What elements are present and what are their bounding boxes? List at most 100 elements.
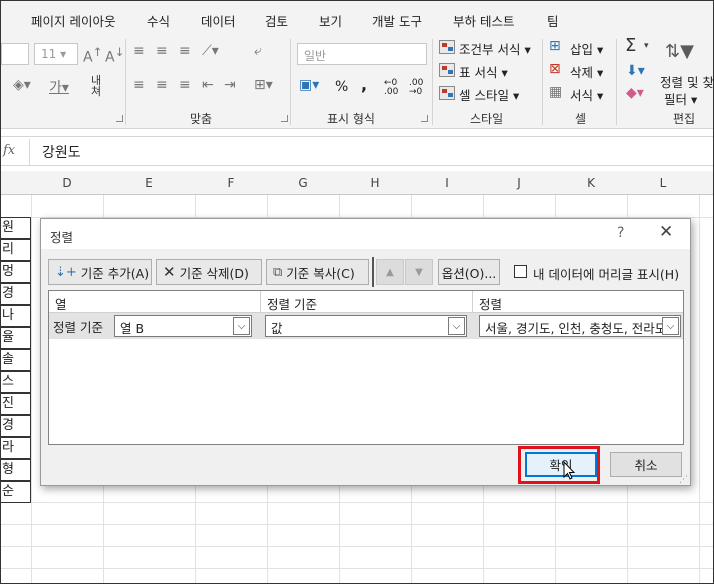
insert-button[interactable]: 삽입 ▾: [570, 39, 603, 58]
align-middle-icon[interactable]: ≡: [156, 43, 168, 59]
column-header-h[interactable]: H: [339, 176, 411, 190]
ribbon-separator: [125, 39, 126, 125]
shrink-font-icon[interactable]: A↓: [105, 45, 124, 66]
add-level-button[interactable]: ⇣+ 기준 추가(A): [48, 259, 152, 285]
alignment-launcher-icon[interactable]: [281, 115, 288, 122]
dialog-titlebar[interactable]: 정렬 ? ✕: [41, 219, 690, 249]
delete-button[interactable]: 삭제 ▾: [570, 62, 603, 81]
resize-grip-icon[interactable]: ⋰: [679, 475, 688, 485]
align-center-icon[interactable]: ≡: [156, 77, 168, 93]
sheet-cell[interactable]: 율: [1, 327, 31, 349]
header-checkbox-label[interactable]: 내 데이터에 머리글 표시(H): [533, 264, 679, 283]
sheet-cell[interactable]: 솔: [1, 349, 31, 371]
tab-load-test[interactable]: 부하 테스트: [453, 11, 514, 30]
wrap-text-icon[interactable]: ⤶: [254, 43, 262, 59]
dialog-title: 정렬: [50, 230, 74, 245]
grow-font-icon[interactable]: A↑: [83, 45, 102, 66]
sheet-cell[interactable]: 스: [1, 371, 31, 393]
cell-styles-button[interactable]: 셀 스타일 ▾: [459, 85, 519, 104]
align-bottom-icon[interactable]: ≡: [179, 43, 191, 59]
formula-input[interactable]: 강원도: [42, 142, 81, 162]
clear-icon[interactable]: ◆▾: [626, 85, 644, 101]
sort-on-select[interactable]: 값: [265, 315, 467, 337]
options-button[interactable]: 옵션(O)...: [438, 259, 500, 285]
align-left-icon[interactable]: ≡: [133, 77, 145, 93]
column-header-d[interactable]: D: [31, 176, 103, 190]
sheet-cell[interactable]: 경: [1, 415, 31, 437]
sheet-cell[interactable]: 라: [1, 437, 31, 459]
chevron-down-icon[interactable]: ⌵: [662, 317, 679, 335]
order-select[interactable]: 서울, 경기도, 인천, 충청도, 전라도: [479, 315, 681, 337]
sheet-cell[interactable]: 나: [1, 305, 31, 327]
chevron-down-icon[interactable]: ⌵: [233, 317, 250, 335]
number-format-combo[interactable]: 일반: [297, 43, 427, 65]
column-header-e[interactable]: E: [103, 176, 195, 190]
sort-dialog: 정렬 ? ✕ ⇣+ 기준 추가(A) ✕ 기준 삭제(D) ⧉ 기준 복사(C)…: [40, 218, 691, 486]
sheet-cell[interactable]: 원: [1, 217, 31, 239]
grid-header-sort-on: 정렬 기준: [261, 291, 473, 313]
move-up-button[interactable]: ▲: [376, 259, 404, 285]
copy-level-button[interactable]: ⧉ 기준 복사(C): [266, 259, 369, 285]
align-right-icon[interactable]: ≡: [179, 77, 191, 93]
format-button[interactable]: 서식 ▾: [570, 85, 603, 104]
fx-icon[interactable]: fx: [3, 143, 15, 158]
column-header-l[interactable]: L: [627, 176, 699, 190]
column-header-k[interactable]: K: [555, 176, 627, 190]
help-icon[interactable]: ?: [617, 225, 624, 241]
wrap-icon[interactable]: 내 쳐: [91, 75, 101, 97]
font-color-icon[interactable]: 가▾: [49, 77, 69, 97]
number-launcher-icon[interactable]: [421, 115, 428, 122]
column-header-j[interactable]: J: [483, 176, 555, 190]
tab-review[interactable]: 검토: [265, 11, 288, 30]
ribbon-separator: [290, 39, 291, 125]
column-header-i[interactable]: I: [411, 176, 483, 190]
font-name-combo[interactable]: [1, 43, 29, 65]
column-header-g[interactable]: G: [267, 176, 339, 190]
sheet-cell[interactable]: 진: [1, 393, 31, 415]
column-header-f[interactable]: F: [195, 176, 267, 190]
sheet-cell[interactable]: 경: [1, 283, 31, 305]
align-top-icon[interactable]: ≡: [133, 43, 145, 59]
tab-developer[interactable]: 개발 도구: [372, 11, 422, 30]
column-select[interactable]: 열 B: [114, 315, 252, 337]
chevron-down-icon[interactable]: ⌵: [448, 317, 465, 335]
font-size-combo[interactable]: 11 ▾: [34, 43, 78, 65]
autosum-dropdown-icon[interactable]: ▾: [644, 41, 649, 51]
orientation-icon[interactable]: ⟋▾: [202, 43, 219, 59]
format-as-table-button[interactable]: 표 서식 ▾: [459, 62, 508, 81]
sheet-cell[interactable]: 형: [1, 459, 31, 481]
sheet-cell[interactable]: 순: [1, 481, 31, 503]
tab-page-layout[interactable]: 페이지 레이아웃: [31, 11, 115, 30]
sheet-cell[interactable]: 멍: [1, 261, 31, 283]
accounting-format-icon[interactable]: ▣▾: [299, 77, 319, 93]
font-launcher-icon[interactable]: [116, 115, 123, 122]
delete-level-button[interactable]: ✕ 기준 삭제(D): [156, 259, 262, 285]
merge-center-icon[interactable]: ⊞▾: [254, 77, 273, 93]
decrease-indent-icon[interactable]: ⇤: [202, 77, 214, 93]
percent-style-button[interactable]: %: [335, 79, 348, 95]
fill-icon[interactable]: ⬇▾: [626, 63, 645, 79]
tab-view[interactable]: 보기: [319, 11, 342, 30]
formula-bar: fx 강원도: [1, 136, 713, 166]
comma-style-button[interactable]: ,: [361, 75, 367, 94]
sort-filter-icon[interactable]: ⇅▼: [665, 41, 694, 62]
decrease-decimal-button[interactable]: .00 →0: [409, 79, 429, 97]
filter-label[interactable]: 필터 ▾: [664, 89, 697, 108]
tab-formulas[interactable]: 수식: [147, 11, 170, 30]
tab-team[interactable]: 팀: [547, 11, 559, 30]
tab-data[interactable]: 데이터: [201, 11, 236, 30]
fill-color-icon[interactable]: ◈▾: [13, 77, 31, 93]
increase-decimal-button[interactable]: ←0 .00: [384, 79, 404, 97]
close-icon[interactable]: ✕: [659, 222, 673, 242]
increase-indent-icon[interactable]: ⇥: [224, 77, 236, 93]
sort-level-row[interactable]: 정렬 기준 열 B ⌵ 값 ⌵ 서울, 경기도, 인천, 충청도, 전라도 ⌵: [49, 313, 683, 339]
conditional-formatting-button[interactable]: 조건부 서식 ▾: [459, 39, 531, 58]
autosum-icon[interactable]: Σ: [625, 35, 636, 56]
add-level-icon: ⇣+: [55, 264, 77, 280]
cancel-button[interactable]: 취소: [610, 452, 682, 477]
header-checkbox[interactable]: [514, 265, 527, 278]
font-size-value: 11: [41, 47, 57, 61]
conditional-formatting-label: 조건부 서식: [459, 42, 521, 57]
move-down-button[interactable]: ▼: [405, 259, 433, 285]
sheet-cell[interactable]: 리: [1, 239, 31, 261]
